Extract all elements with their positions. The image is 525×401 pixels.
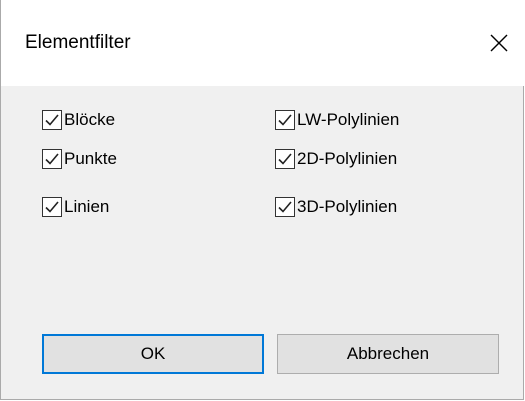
- checkmark-icon: [278, 153, 292, 165]
- 2d-polylinien-label: 2D-Polylinien: [297, 149, 398, 168]
- checkmark-icon: [45, 114, 59, 126]
- bloecke-label: Blöcke: [64, 110, 116, 129]
- lw-polylinien-checkbox[interactable]: [275, 110, 295, 130]
- 2d-polylinien-checkbox[interactable]: [275, 149, 295, 169]
- title-bar: Elementfilter: [1, 0, 524, 86]
- window-title: Elementfilter: [25, 32, 131, 53]
- checkmark-icon: [45, 153, 59, 165]
- bloecke-checkbox[interactable]: [42, 110, 62, 130]
- linien-label: Linien: [64, 197, 110, 216]
- checkmark-icon: [278, 114, 292, 126]
- close-icon: [490, 34, 508, 52]
- lw-polylinien-label: LW-Polylinien: [297, 110, 400, 129]
- 3d-polylinien-checkbox[interactable]: [275, 197, 295, 217]
- checkbox-item-lw-polylinien[interactable]: LW-Polylinien: [275, 107, 399, 133]
- linien-checkbox[interactable]: [42, 197, 62, 217]
- element-filter-dialog: Elementfilter Blöcke Punkte Linien LW-Po…: [0, 0, 524, 400]
- 3d-polylinien-label: 3D-Polylinien: [297, 197, 398, 216]
- checkbox-item-bloecke[interactable]: Blöcke: [42, 107, 115, 133]
- checkbox-item-2d-polylinien[interactable]: 2D-Polylinien: [275, 146, 397, 172]
- punkte-label: Punkte: [64, 149, 117, 168]
- checkbox-item-punkte[interactable]: Punkte: [42, 146, 117, 172]
- close-button[interactable]: [476, 20, 522, 66]
- cancel-button[interactable]: Abbrechen: [277, 334, 499, 374]
- punkte-checkbox[interactable]: [42, 149, 62, 169]
- checkbox-item-3d-polylinien[interactable]: 3D-Polylinien: [275, 194, 397, 220]
- ok-button[interactable]: OK: [42, 334, 264, 374]
- checkmark-icon: [278, 201, 292, 213]
- checkmark-icon: [45, 201, 59, 213]
- checkbox-item-linien[interactable]: Linien: [42, 194, 109, 220]
